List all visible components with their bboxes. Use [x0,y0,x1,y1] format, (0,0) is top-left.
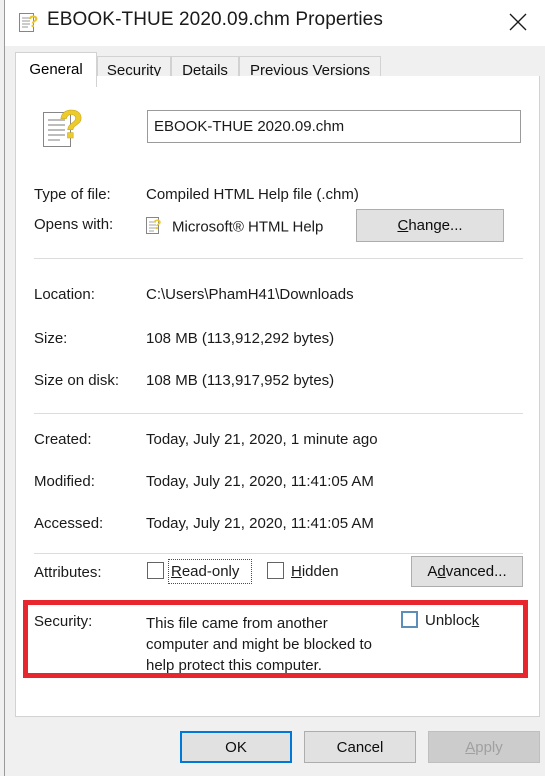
accessed-label: Accessed: [34,515,104,532]
security-message: This file came from another computer and… [146,615,372,674]
readonly-checkbox[interactable] [147,562,164,579]
row-accessed: Accessed: Today, July 21, 2020, 11:41:05… [16,515,539,537]
created-label: Created: [34,431,92,448]
row-type-of-file: Type of file: Compiled HTML Help file (.… [16,186,539,208]
change-button[interactable]: Change... [356,209,504,242]
size-label: Size: [34,330,68,347]
type-of-file-value: Compiled HTML Help file (.chm) [146,186,359,203]
hidden-checkbox[interactable] [267,562,284,579]
opens-with-app-icon: ? [146,215,164,239]
separator-3 [34,553,523,554]
tab-general[interactable]: General [15,52,97,87]
location-label: Location: [34,286,95,303]
title-bar: ? EBOOK-THUE 2020.09.chm Properties [5,0,545,46]
svg-text:?: ? [59,103,83,147]
row-modified: Modified: Today, July 21, 2020, 11:41:05… [16,473,539,495]
file-properties-dialog: ? EBOOK-THUE 2020.09.chm Properties Gene… [4,0,545,776]
close-icon[interactable] [495,0,541,40]
file-type-icon: ? [42,100,88,150]
size-on-disk-value: 108 MB (113,917,952 bytes) [146,372,335,389]
tab-strip: General Security Details Previous Versio… [5,46,545,87]
separator-2 [34,413,523,414]
ok-button[interactable]: OK [180,731,292,763]
row-size: Size: 108 MB (113,912,292 bytes) [16,330,539,352]
accessed-value: Today, July 21, 2020, 11:41:05 AM [146,515,374,532]
row-created: Created: Today, July 21, 2020, 1 minute … [16,431,539,453]
attributes-label: Attributes: [34,564,102,581]
cancel-button[interactable]: Cancel [304,731,416,763]
separator-1 [34,258,523,259]
svg-text:?: ? [153,216,162,232]
size-value: 108 MB (113,912,292 bytes) [146,330,335,347]
readonly-label[interactable]: Read-only [171,563,239,580]
svg-text:?: ? [28,12,38,31]
opens-with-label: Opens with: [34,216,114,233]
created-value: Today, July 21, 2020, 1 minute ago [146,431,378,448]
window-title: EBOOK-THUE 2020.09.chm Properties [47,9,383,30]
properties-dialog-screen: ? EBOOK-THUE 2020.09.chm Properties Gene… [0,0,545,776]
apply-button[interactable]: Apply [428,731,540,763]
opens-with-app-name: Microsoft® HTML Help [172,218,324,236]
advanced-button[interactable]: Advanced... [411,556,523,587]
location-value: C:\Users\PhamH41\Downloads [146,286,354,303]
row-location: Location: C:\Users\PhamH41\Downloads [16,286,539,308]
size-on-disk-label: Size on disk: [34,372,120,389]
opens-with-value-wrap: ? Microsoft® HTML Help [146,215,351,239]
hidden-label[interactable]: Hidden [291,563,339,580]
chm-help-file-icon: ? [19,11,41,35]
filename-input[interactable] [147,110,521,143]
row-size-on-disk: Size on disk: 108 MB (113,917,952 bytes) [16,372,539,394]
modified-label: Modified: [34,473,95,490]
modified-value: Today, July 21, 2020, 11:41:05 AM [146,473,374,490]
type-of-file-label: Type of file: [34,186,111,203]
general-tab-panel: ? Type of file: Compiled HTML Help file … [15,76,540,717]
